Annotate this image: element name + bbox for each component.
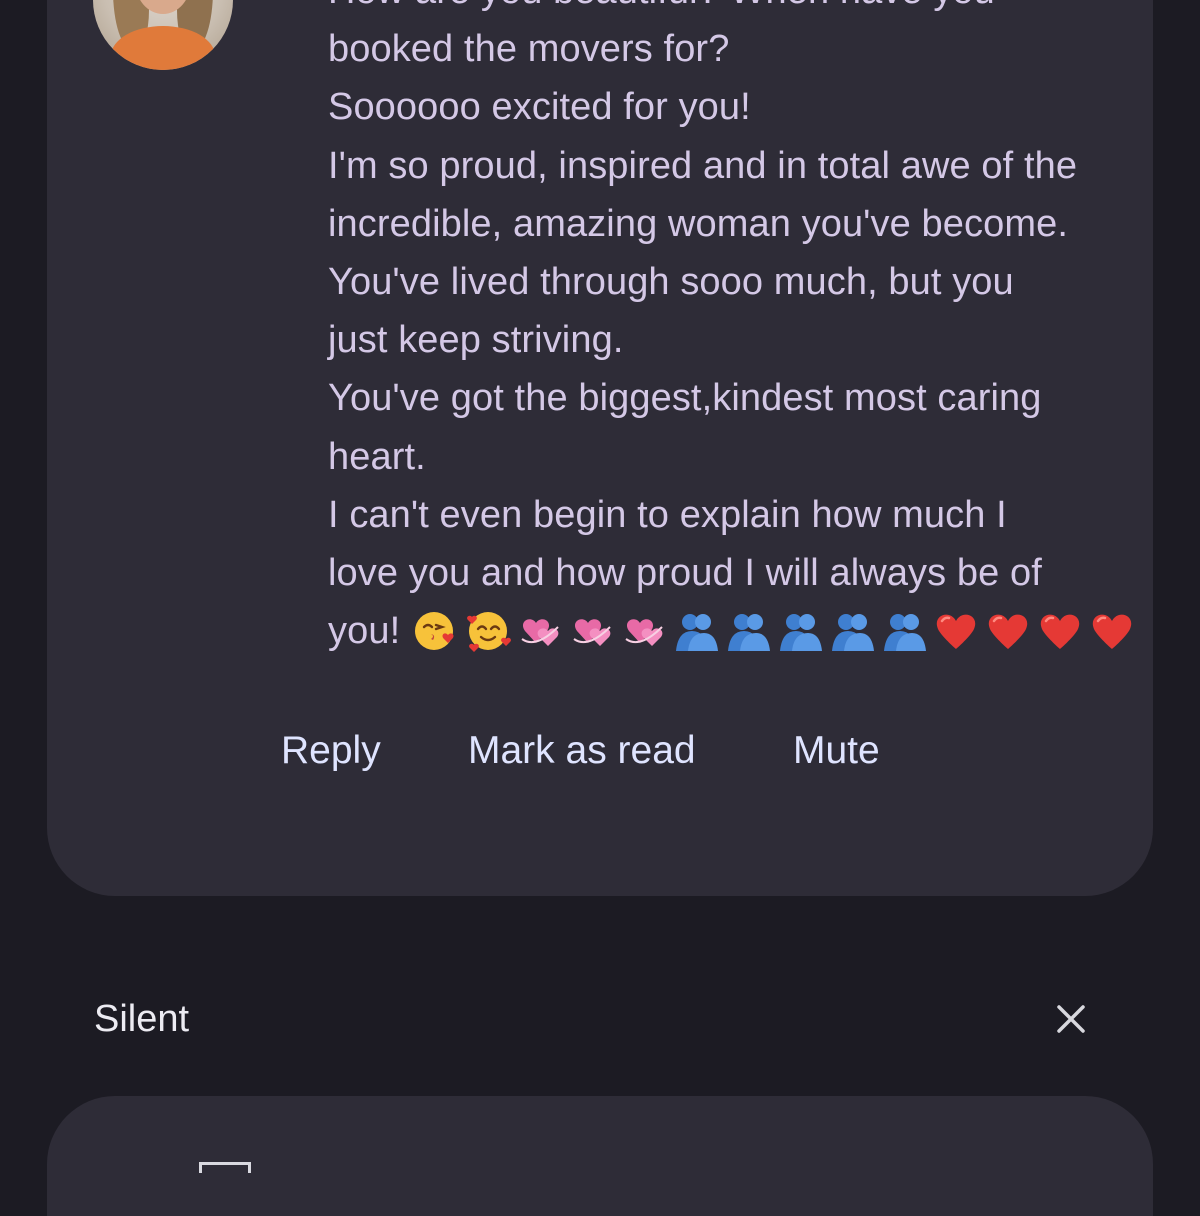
smiling-hearts-emoji [463,609,513,653]
hugging-people-emoji [723,609,773,653]
message-line: I can't even begin to explain how much I [328,493,1007,536]
message-line: You've got the biggest,kindest most cari… [328,377,1042,420]
notification-card[interactable]: How are you beautiful? When have you boo… [47,0,1153,896]
message-line: love you and how proud I will always be … [328,552,1042,595]
message-line: booked the movers for? [328,28,730,71]
mark-as-read-button[interactable]: Mark as read [468,723,696,779]
silent-section-title: Silent [94,998,190,1040]
close-icon[interactable] [1048,996,1094,1042]
red-heart-emoji [983,609,1033,653]
message-line-text: you! [328,610,401,653]
kissing-heart-emoji [411,609,461,653]
message-line: just keep striving. [328,319,624,362]
revolving-hearts-emoji [619,609,669,653]
hugging-people-emoji [827,609,877,653]
notification-message: How are you beautiful? When have you boo… [328,0,1178,660]
message-line: incredible, amazing woman you've become. [328,202,1068,245]
avatar[interactable] [93,0,233,70]
message-line: You've lived through sooo much, but you [328,261,1014,304]
mute-button[interactable]: Mute [793,723,880,779]
red-heart-emoji [1087,609,1137,653]
message-last-line: you! [328,602,1178,660]
hugging-people-emoji [879,609,929,653]
message-line: Soooooo excited for you! [328,86,751,129]
message-line: heart. [328,435,426,478]
revolving-hearts-emoji [567,609,617,653]
emoji-row [411,609,1139,653]
message-line: How are you beautiful? When have you [328,0,1178,20]
hugging-people-emoji [775,609,825,653]
red-heart-emoji [931,609,981,653]
revolving-hearts-emoji [515,609,565,653]
silent-notification-card[interactable] [47,1096,1153,1216]
message-line: I'm so proud, inspired and in total awe … [328,144,1078,187]
hugging-people-emoji [671,609,721,653]
red-heart-emoji [1035,609,1085,653]
reply-button[interactable]: Reply [281,723,381,779]
